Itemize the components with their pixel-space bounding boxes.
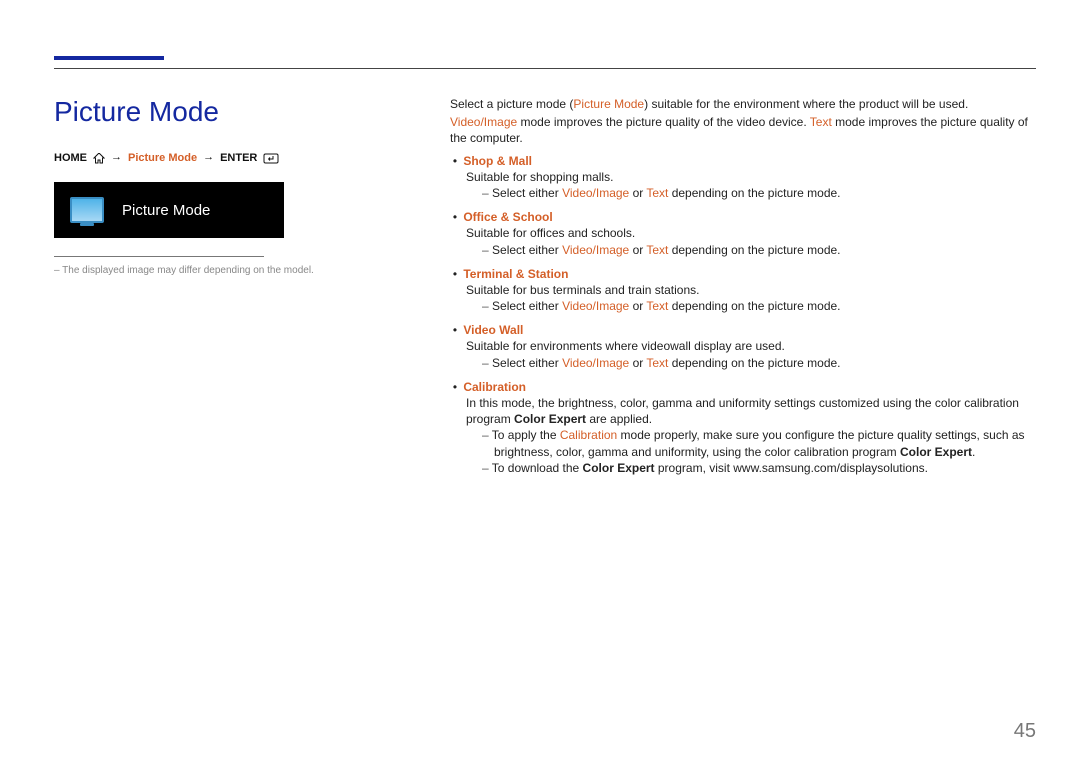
page-title: Picture Mode — [54, 96, 410, 128]
mode-shop: • Shop & Mall Suitable for shopping mall… — [450, 153, 1036, 202]
mode-videowall: • Video Wall Suitable for environments w… — [450, 322, 1036, 371]
right-column: Select a picture mode (Picture Mode) sui… — [450, 96, 1036, 484]
page-number: 45 — [1014, 720, 1036, 743]
intro-line-2: Video/Image mode improves the picture qu… — [450, 114, 1036, 146]
breadcrumb: HOME → Picture Mode → ENTER — [54, 152, 410, 164]
breadcrumb-enter: ENTER — [220, 152, 257, 164]
home-icon — [93, 153, 105, 164]
accent-bar — [54, 56, 164, 60]
top-divider — [54, 68, 1036, 69]
arrow-icon: → — [203, 151, 214, 163]
left-column: Picture Mode HOME → Picture Mode → ENTER… — [54, 96, 410, 484]
intro-line-1: Select a picture mode (Picture Mode) sui… — [450, 96, 1036, 112]
modes-list: • Shop & Mall Suitable for shopping mall… — [450, 153, 1036, 476]
ui-preview: Picture Mode — [54, 182, 284, 238]
footnote: – The displayed image may differ dependi… — [54, 265, 410, 276]
mode-calibration: • Calibration In this mode, the brightne… — [450, 379, 1036, 476]
small-divider — [54, 256, 264, 257]
breadcrumb-home: HOME — [54, 152, 87, 164]
enter-icon — [263, 153, 279, 164]
tv-icon — [70, 197, 104, 223]
breadcrumb-mode: Picture Mode — [128, 152, 197, 164]
ui-preview-label: Picture Mode — [122, 202, 210, 219]
mode-office: • Office & School Suitable for offices a… — [450, 209, 1036, 258]
mode-terminal: • Terminal & Station Suitable for bus te… — [450, 266, 1036, 315]
arrow-icon: → — [111, 151, 122, 163]
